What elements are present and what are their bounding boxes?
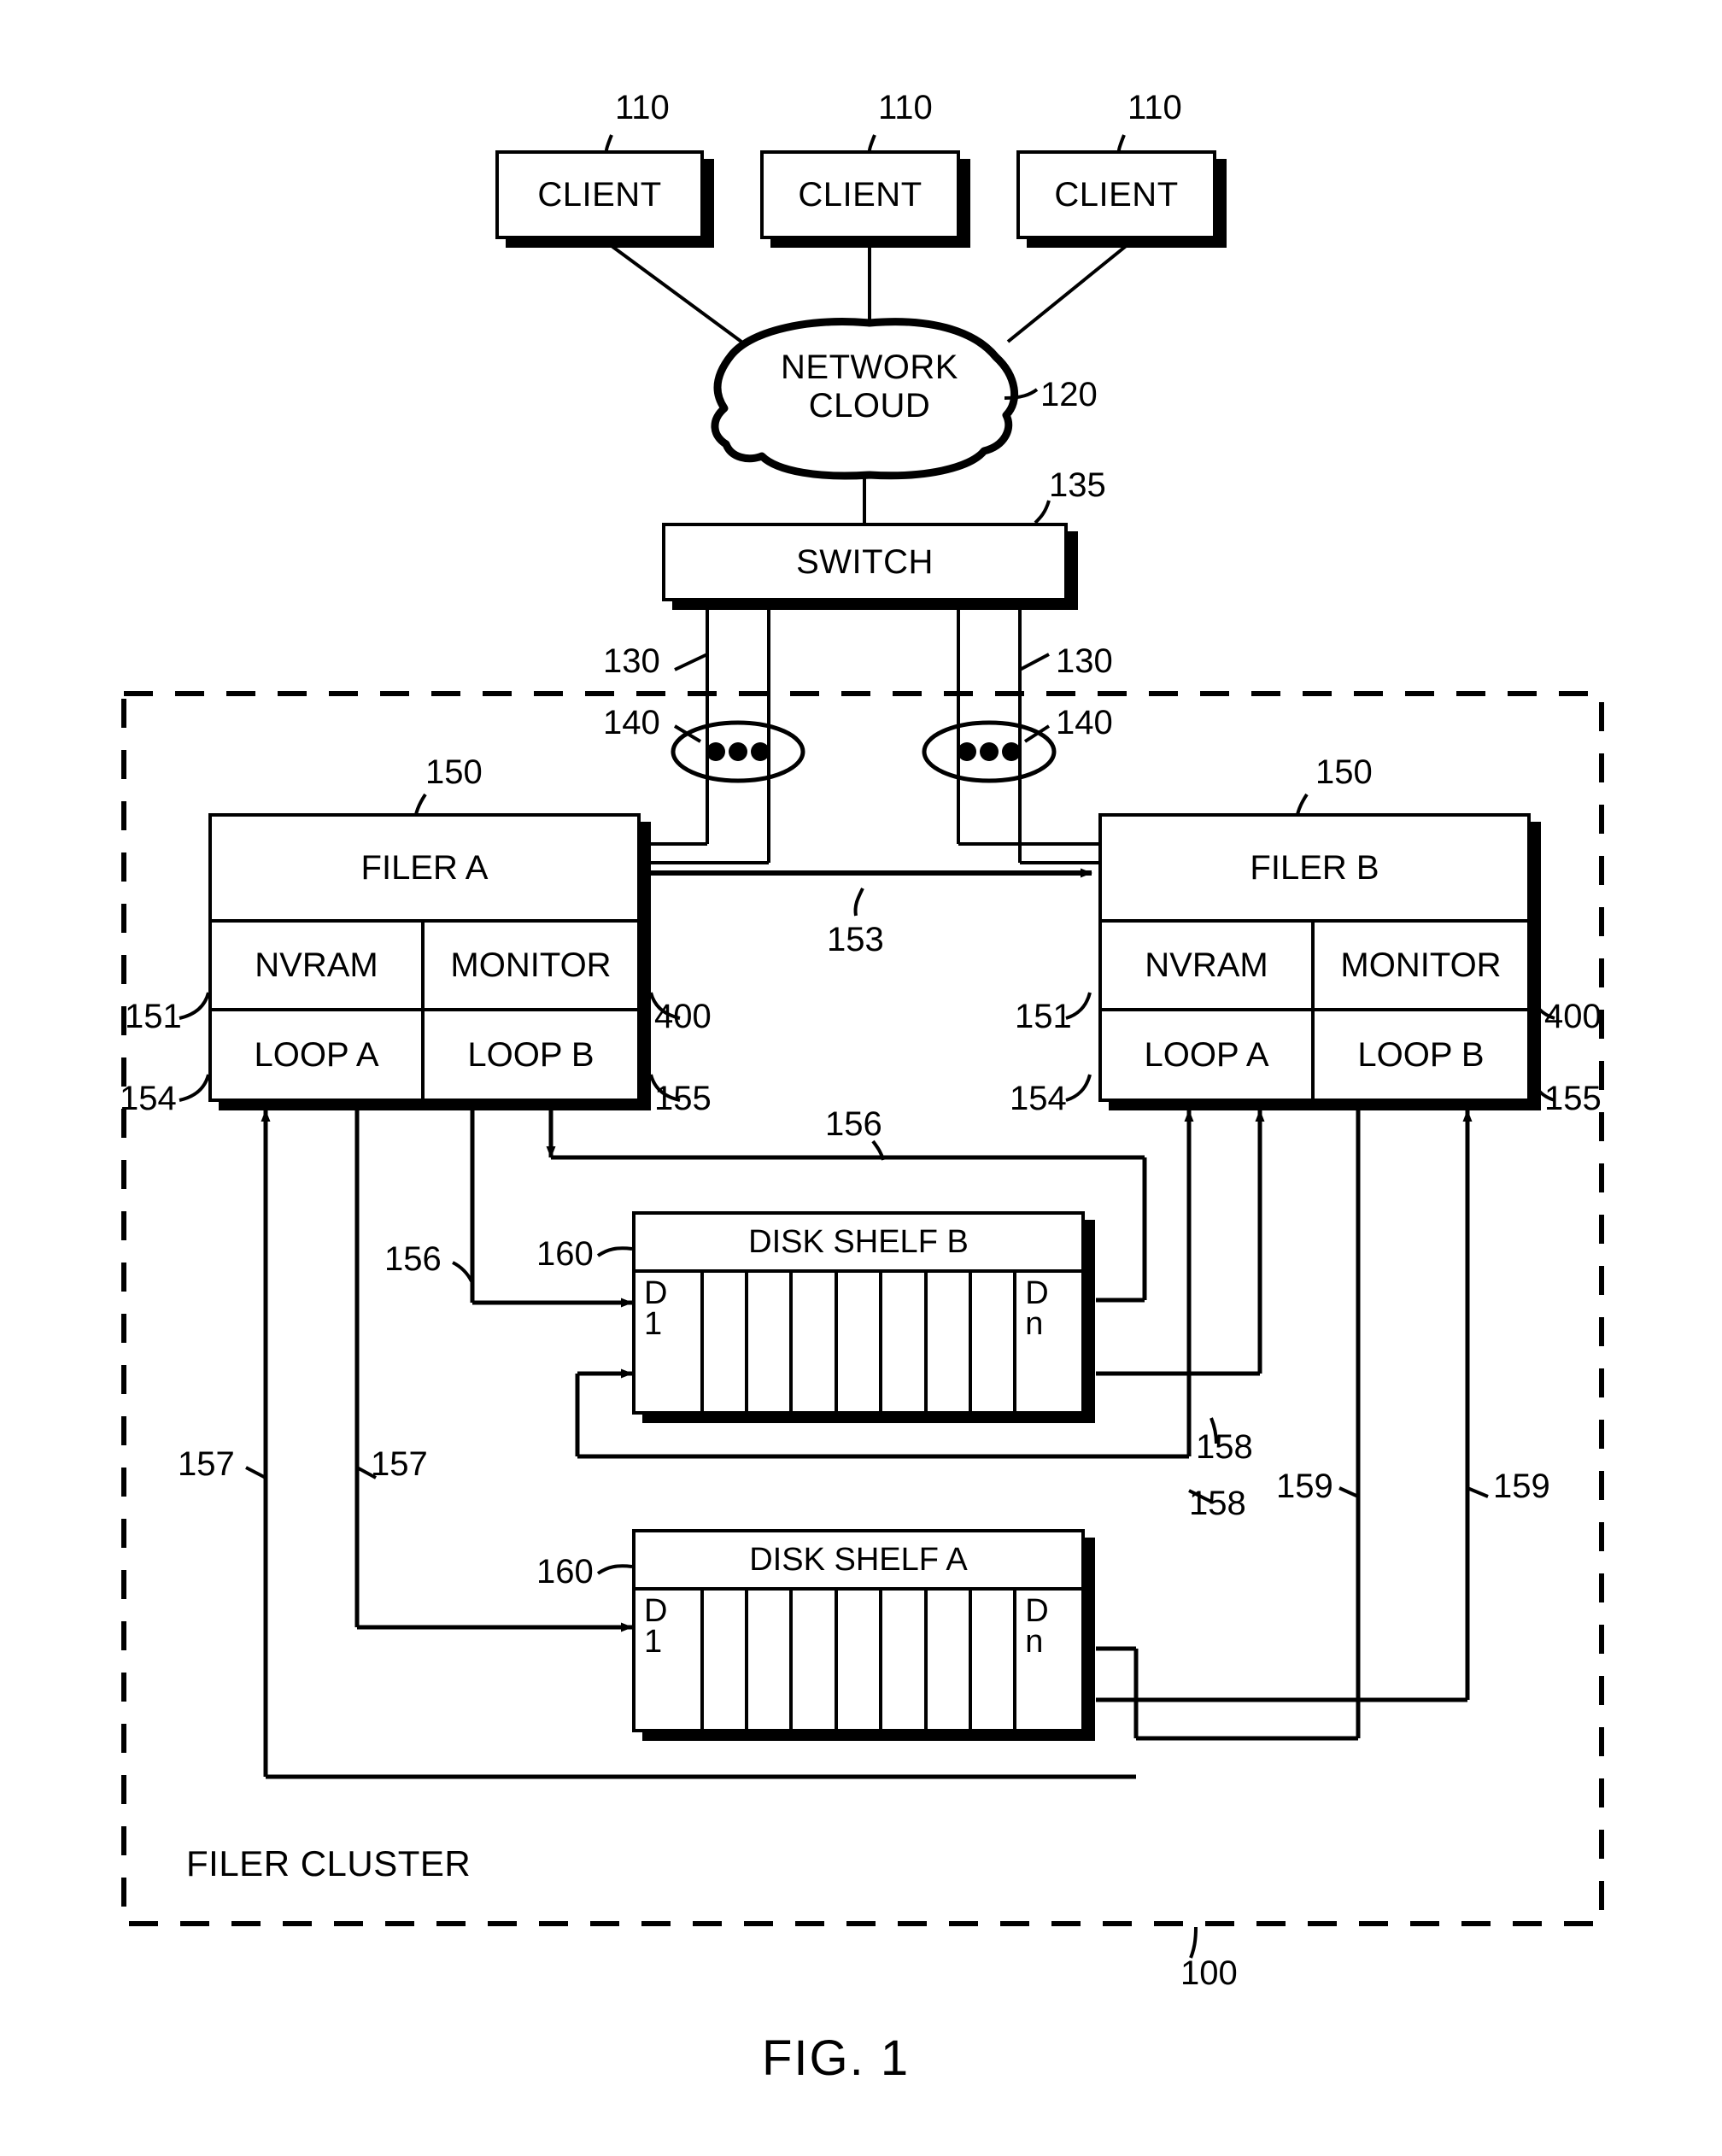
ref-110-a: 110 [615,89,670,126]
filer-a-box[interactable]: FILER A NVRAM MONITOR LOOP A LOOP B [208,813,641,1102]
filer-a-loop-a-label: LOOP A [254,1035,379,1074]
filer-b-title-label: FILER B [1250,848,1379,887]
ref-158-upper: 158 [1196,1428,1253,1466]
filer-b-monitor[interactable]: MONITOR [1315,923,1527,1011]
disk-shelf-a-title-label: DISK SHELF A [749,1541,968,1578]
network-line-1: NETWORK [781,349,958,386]
ref-110-b: 110 [878,89,933,126]
disk-shelf-b-box[interactable]: DISK SHELF B D1 Dn [632,1211,1085,1415]
ref-140-left: 140 [603,704,660,741]
disk-slot[interactable] [748,1269,794,1411]
filer-b-nvram-label: NVRAM [1145,946,1268,984]
client-label: CLIENT [798,175,922,214]
disk-slot[interactable] [928,1269,972,1411]
filer-b-monitor-label: MONITOR [1340,946,1502,984]
disk-dn-line2: n [1025,1624,1044,1661]
disk-dn[interactable]: Dn [1016,1269,1081,1411]
disk-slot[interactable] [882,1269,928,1411]
ref-155-filer-b: 155 [1544,1080,1602,1117]
ref-150-filer-b: 150 [1315,753,1373,791]
disk-slot[interactable] [704,1269,749,1411]
filer-a-monitor[interactable]: MONITOR [425,923,637,1011]
filer-a-loop-b[interactable]: LOOP B [425,1011,637,1099]
ref-154-filer-b: 154 [1010,1080,1067,1117]
disk-slot[interactable] [972,1269,1017,1411]
filer-a-title: FILER A [212,817,637,923]
disk-shelf-b-title: DISK SHELF B [636,1215,1081,1273]
ref-130-right: 130 [1056,642,1113,680]
filer-a-monitor-label: MONITOR [450,946,612,984]
client-label: CLIENT [1054,175,1179,214]
ref-135: 135 [1049,466,1106,504]
ref-158-lower: 158 [1189,1485,1246,1522]
disk-slot[interactable] [838,1587,883,1729]
ref-154-filer-a: 154 [120,1080,177,1117]
ref-155-filer-a: 155 [654,1080,712,1117]
ref-151-filer-b: 151 [1015,998,1072,1035]
disk-d1-line2: 1 [644,1306,663,1343]
ref-110-c: 110 [1128,89,1182,126]
disk-d1[interactable]: D1 [636,1269,704,1411]
disk-shelf-b-disks: D1 Dn [636,1269,1081,1411]
filer-a-loop-a[interactable]: LOOP A [212,1011,425,1099]
disk-d1[interactable]: D1 [636,1587,704,1729]
filer-b-loop-b-label: LOOP B [1357,1035,1485,1074]
disk-slot[interactable] [704,1587,749,1729]
filer-b-loop-b[interactable]: LOOP B [1315,1011,1527,1099]
disk-dn[interactable]: Dn [1016,1587,1081,1729]
ref-120: 120 [1040,376,1098,413]
ref-156-upper: 156 [825,1105,882,1143]
filer-a-title-label: FILER A [360,848,489,887]
filer-a-nvram[interactable]: NVRAM [212,923,425,1011]
switch-label: SWITCH [796,542,934,581]
ref-160-shelf-b: 160 [536,1235,594,1273]
ref-160-shelf-a: 160 [536,1553,594,1591]
figure-caption: FIG. 1 [762,2030,911,2086]
network-cloud-label: NETWORK CLOUD [753,349,986,425]
network-line-2: CLOUD [808,387,931,425]
filer-b-nvram[interactable]: NVRAM [1102,923,1315,1011]
disk-slot[interactable] [748,1587,794,1729]
disk-shelf-a-box[interactable]: DISK SHELF A D1 Dn [632,1529,1085,1732]
filer-b-title: FILER B [1102,817,1527,923]
ref-400-filer-a: 400 [654,998,712,1035]
disk-slot[interactable] [838,1269,883,1411]
filer-b-loop-a-label: LOOP A [1144,1035,1269,1074]
filer-b-box[interactable]: FILER B NVRAM MONITOR LOOP A LOOP B [1098,813,1531,1102]
figure-canvas: CLIENT CLIENT CLIENT 110 110 110 NETWORK… [0,0,1722,2156]
cluster-label: FILER CLUSTER [186,1843,472,1884]
disk-slot[interactable] [882,1587,928,1729]
client-label: CLIENT [537,175,662,214]
ref-140-right: 140 [1056,704,1113,741]
filer-b-loop-a[interactable]: LOOP A [1102,1011,1315,1099]
ref-130-left: 130 [603,642,660,680]
ref-157-left: 157 [178,1445,235,1483]
ref-153: 153 [827,921,884,958]
disk-d1-line2: 1 [644,1624,663,1661]
client-box-2[interactable]: CLIENT [760,150,960,239]
disk-slot[interactable] [972,1587,1017,1729]
client-box-3[interactable]: CLIENT [1016,150,1216,239]
ref-100: 100 [1180,1954,1238,1992]
filer-a-nvram-label: NVRAM [255,946,378,984]
ref-156-lower: 156 [384,1240,442,1278]
disk-shelf-a-title: DISK SHELF A [636,1532,1081,1591]
ref-159-right: 159 [1493,1468,1550,1505]
disk-slot[interactable] [793,1587,838,1729]
ref-150-filer-a: 150 [425,753,483,791]
disk-shelf-a-disks: D1 Dn [636,1587,1081,1729]
ref-157-mid: 157 [371,1445,428,1483]
switch-box[interactable]: SWITCH [662,523,1068,601]
disk-shelf-b-title-label: DISK SHELF B [748,1223,969,1260]
disk-slot[interactable] [928,1587,972,1729]
ref-151-filer-a: 151 [125,998,182,1035]
disk-dn-line2: n [1025,1306,1044,1343]
disk-slot[interactable] [793,1269,838,1411]
client-box-1[interactable]: CLIENT [495,150,704,239]
filer-a-loop-b-label: LOOP B [467,1035,594,1074]
ref-400-filer-b: 400 [1544,998,1602,1035]
ref-159-left: 159 [1276,1468,1333,1505]
